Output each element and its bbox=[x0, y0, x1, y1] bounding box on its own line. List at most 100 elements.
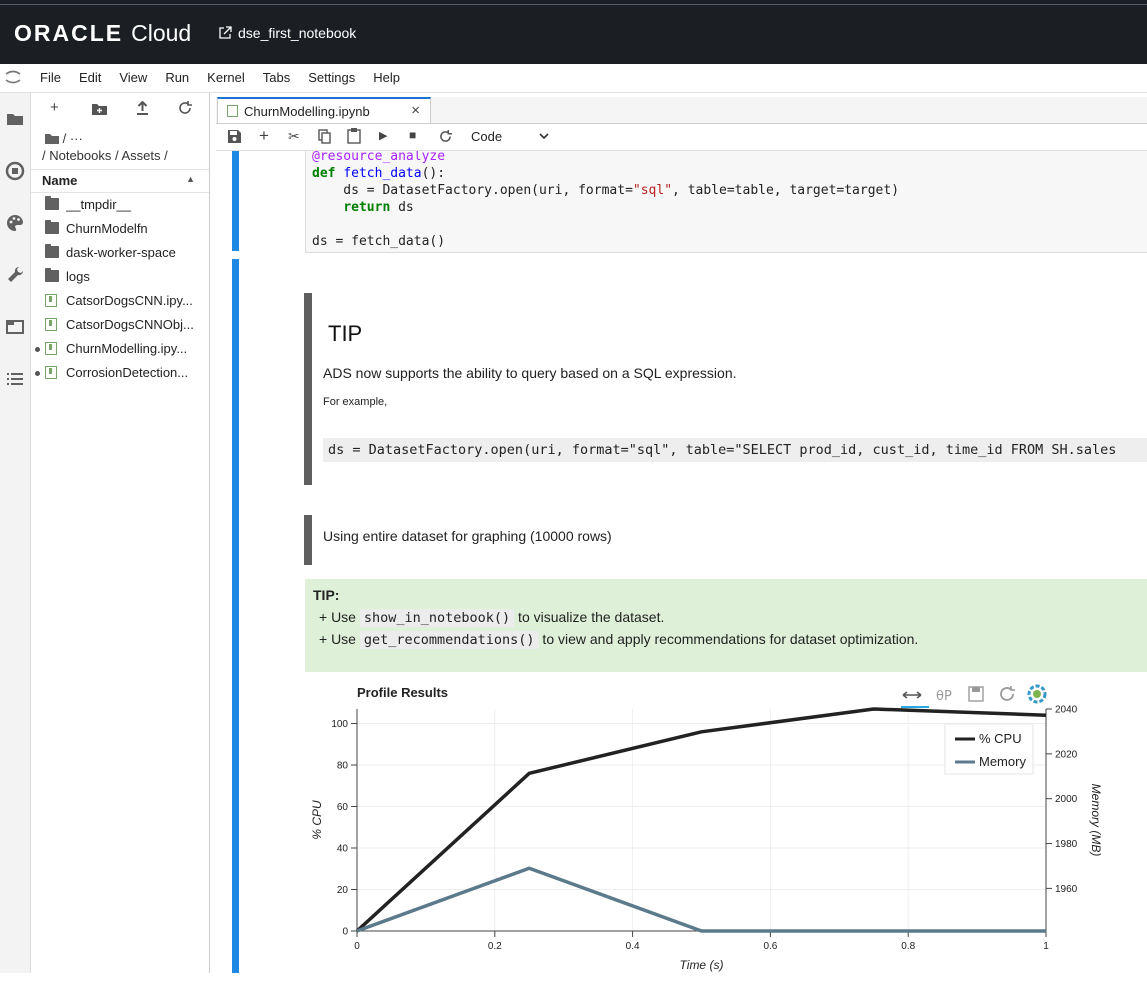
y-tick-label: 80 bbox=[337, 761, 349, 772]
folder-icon[interactable] bbox=[5, 109, 25, 129]
folder-icon bbox=[45, 268, 59, 282]
green-tip-box: TIP: + Use show_in_notebook() to visuali… bbox=[305, 579, 1147, 672]
breadcrumb-root[interactable]: / ··· bbox=[45, 131, 83, 146]
upload-icon[interactable] bbox=[136, 101, 149, 115]
oracle-cloud-logo[interactable]: ORACLE Cloud bbox=[14, 20, 191, 47]
folder-icon bbox=[45, 196, 59, 210]
wrench-icon[interactable] bbox=[5, 265, 25, 285]
menu-view[interactable]: View bbox=[119, 70, 147, 85]
tip-line-2-pre: + Use bbox=[319, 631, 360, 647]
green-tip-line-2: + Use get_recommendations() to view and … bbox=[319, 631, 918, 649]
code-editor[interactable]: @resource_analyze def fetch_data(): ds =… bbox=[312, 151, 899, 250]
menu-settings[interactable]: Settings bbox=[308, 70, 355, 85]
reset-tool-icon[interactable] bbox=[1000, 686, 1015, 701]
refresh-icon[interactable] bbox=[178, 101, 192, 115]
bokeh-logo-icon[interactable] bbox=[1027, 684, 1047, 704]
folder-icon bbox=[45, 134, 59, 144]
x-tick-label: 0.6 bbox=[763, 941, 777, 952]
cell-collapser[interactable] bbox=[232, 259, 239, 973]
list-item[interactable]: CorrosionDetection... bbox=[31, 361, 209, 385]
code-cell[interactable]: @resource_analyze def fetch_data(): ds =… bbox=[305, 151, 1147, 253]
column-name-header[interactable]: Name bbox=[42, 173, 77, 188]
menu-kernel[interactable]: Kernel bbox=[207, 70, 245, 85]
tab-bar: ChurnModelling.ipynb × bbox=[216, 97, 1147, 124]
file-list: __tmpdir__ ChurnModelfn dask-worker-spac… bbox=[31, 193, 209, 385]
tip-line-1-post: to visualize the dataset. bbox=[514, 609, 665, 625]
cell-collapser[interactable] bbox=[232, 151, 239, 251]
restart-icon[interactable] bbox=[439, 130, 452, 143]
notebook-cells: @resource_analyze def fetch_data(): ds =… bbox=[216, 151, 1147, 973]
x-tick-label: 0.8 bbox=[901, 941, 915, 952]
notebook-icon bbox=[227, 105, 238, 117]
series-line-cpu bbox=[355, 707, 1047, 933]
new-folder-icon[interactable] bbox=[92, 102, 107, 115]
save-icon[interactable] bbox=[228, 130, 241, 143]
tab-churn-modelling[interactable]: ChurnModelling.ipynb × bbox=[217, 97, 431, 123]
table-of-contents-icon[interactable] bbox=[5, 369, 25, 389]
tip-example-label: For example, bbox=[323, 396, 388, 408]
save-tool-icon[interactable] bbox=[968, 686, 984, 702]
green-tip-title: TIP: bbox=[313, 587, 340, 603]
new-launcher-icon[interactable]: + bbox=[50, 99, 59, 116]
list-item[interactable]: __tmpdir__ bbox=[31, 193, 209, 217]
tip-line-2-code: get_recommendations() bbox=[359, 631, 539, 649]
y2-tick-label: 2020 bbox=[1055, 749, 1078, 760]
stop-icon[interactable]: ■ bbox=[409, 128, 416, 142]
zoom-tool-icon[interactable]: θP bbox=[936, 689, 952, 704]
cut-icon[interactable]: ✂ bbox=[288, 128, 300, 145]
running-indicator-icon bbox=[35, 347, 40, 352]
running-icon[interactable] bbox=[5, 161, 25, 181]
code-string: "sql" bbox=[632, 183, 673, 198]
menu-run[interactable]: Run bbox=[165, 70, 189, 85]
file-name: dask-worker-space bbox=[66, 245, 176, 260]
file-name: ChurnModelfn bbox=[66, 221, 148, 236]
tip-line-1-pre: + Use bbox=[319, 609, 360, 625]
file-list-header[interactable]: Name ▲ bbox=[31, 169, 209, 193]
file-name: __tmpdir__ bbox=[66, 197, 132, 212]
copy-icon[interactable] bbox=[318, 129, 331, 144]
menu-edit[interactable]: Edit bbox=[79, 70, 101, 85]
output-info-blockquote: Using entire dataset for graphing (10000… bbox=[304, 515, 1147, 565]
palette-icon[interactable] bbox=[5, 213, 25, 233]
chart-toolbar: θP bbox=[901, 684, 1047, 708]
run-icon[interactable]: ▶ bbox=[379, 129, 387, 142]
pan-tool-icon[interactable] bbox=[901, 691, 929, 708]
list-item[interactable]: CatsorDogsCNNObj... bbox=[31, 313, 209, 337]
code-line-3a: ds = DatasetFactory.open(uri, format= bbox=[312, 183, 633, 198]
notebook-session-link[interactable]: dse_first_notebook bbox=[218, 25, 356, 41]
list-item[interactable]: CatsorDogsCNN.ipy... bbox=[31, 289, 209, 313]
x-tick-label: 1 bbox=[1043, 941, 1049, 952]
y-tick-label: 60 bbox=[337, 802, 349, 813]
tabs-icon[interactable] bbox=[5, 317, 25, 337]
list-item[interactable]: dask-worker-space bbox=[31, 241, 209, 265]
paste-icon[interactable] bbox=[347, 128, 361, 144]
insert-cell-icon[interactable]: + bbox=[259, 126, 269, 146]
x-tick-label: 0 bbox=[354, 941, 360, 952]
list-item[interactable]: logs bbox=[31, 265, 209, 289]
list-item[interactable]: ChurnModelfn bbox=[31, 217, 209, 241]
breadcrumb-path[interactable]: / Notebooks / Assets / bbox=[42, 148, 168, 163]
main-menu: File Edit View Run Kernel Tabs Settings … bbox=[40, 70, 418, 85]
menu-file[interactable]: File bbox=[40, 70, 61, 85]
y2-tick-label: 1960 bbox=[1055, 884, 1078, 895]
y2-tick-label: 2000 bbox=[1055, 794, 1078, 805]
y2-axis-label: Memory (MB) bbox=[1089, 784, 1103, 857]
left-sidebar-rail bbox=[0, 93, 31, 973]
green-tip-line-1: + Use show_in_notebook() to visualize th… bbox=[319, 609, 665, 627]
cell-type-select[interactable]: Code bbox=[471, 129, 502, 144]
file-name: CatsorDogsCNNObj... bbox=[66, 317, 194, 332]
x-tick-label: 0.2 bbox=[488, 941, 502, 952]
y2-tick-label: 2040 bbox=[1055, 705, 1078, 716]
file-name: CorrosionDetection... bbox=[66, 365, 189, 380]
list-item[interactable]: ChurnModelling.ipy... bbox=[31, 337, 209, 361]
jupyter-logo-icon bbox=[5, 70, 21, 84]
menu-tabs[interactable]: Tabs bbox=[263, 70, 290, 85]
close-icon[interactable]: × bbox=[411, 102, 420, 119]
chart-title: Profile Results bbox=[357, 685, 448, 700]
tip-code-example: ds = DatasetFactory.open(uri, format="sq… bbox=[323, 438, 1147, 462]
top-bar: ORACLE Cloud dse_first_notebook bbox=[0, 0, 1147, 64]
file-name: CatsorDogsCNN.ipy... bbox=[66, 293, 193, 308]
x-axis-label: Time (s) bbox=[680, 958, 724, 972]
menu-help[interactable]: Help bbox=[373, 70, 400, 85]
chevron-down-icon[interactable] bbox=[539, 133, 549, 140]
